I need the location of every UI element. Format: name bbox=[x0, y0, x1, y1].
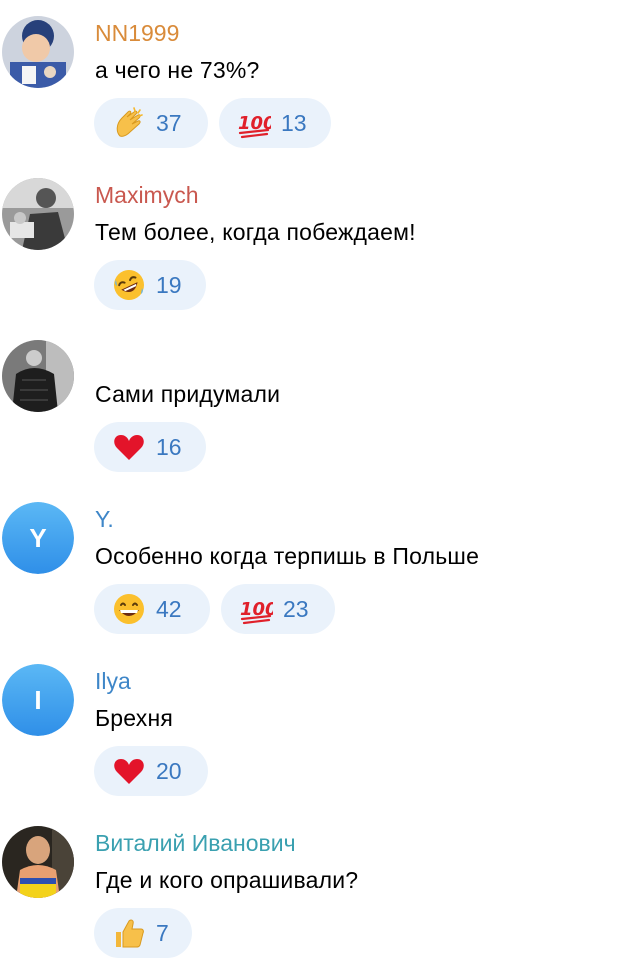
reaction-count: 16 bbox=[156, 433, 182, 460]
comment-text: Где и кого опрашивали? bbox=[95, 867, 359, 893]
reaction-chip[interactable]: 100 13 bbox=[219, 98, 331, 148]
comment-author[interactable]: Виталий Иванович bbox=[95, 830, 296, 856]
reactions-bar: 20 bbox=[94, 746, 208, 796]
comment-author[interactable]: Y. bbox=[95, 506, 114, 532]
comment-item: Виталий Иванович Где и кого опрашивали? … bbox=[0, 810, 620, 972]
avatar-photo bbox=[2, 340, 74, 412]
comment-item: Сами придумали 16 bbox=[0, 324, 620, 486]
reaction-count: 37 bbox=[156, 109, 182, 136]
reaction-chip[interactable]: 37 bbox=[94, 98, 208, 148]
comment-text: Сами придумали bbox=[95, 381, 281, 407]
reactions-bar: 37 100 13 bbox=[94, 98, 331, 148]
comment-text: а чего не 73%? bbox=[95, 57, 260, 83]
avatar-photo bbox=[2, 826, 74, 898]
reaction-chip[interactable]: 100 23 bbox=[221, 584, 335, 634]
avatar-letter: Y bbox=[2, 502, 74, 574]
reaction-count: 19 bbox=[156, 271, 182, 298]
clapping-hands-icon bbox=[112, 106, 146, 140]
comment-text: Брехня bbox=[95, 705, 174, 731]
grinning-face-icon bbox=[112, 592, 146, 626]
avatar[interactable] bbox=[2, 178, 74, 250]
reaction-chip[interactable]: 16 bbox=[94, 422, 206, 472]
comment-author[interactable]: NN1999 bbox=[95, 20, 179, 46]
reactions-bar: 19 bbox=[94, 260, 206, 310]
reactions-bar: 7 bbox=[94, 908, 192, 958]
reaction-chip[interactable]: 19 bbox=[94, 260, 206, 310]
avatar[interactable] bbox=[2, 826, 74, 898]
reaction-count: 13 bbox=[281, 109, 307, 136]
comment-author[interactable]: Ilya bbox=[95, 668, 131, 694]
comment-item: Maximych Тем более, когда побеждаем! 19 bbox=[0, 162, 620, 324]
reaction-count: 42 bbox=[156, 595, 182, 622]
reaction-count: 7 bbox=[156, 919, 169, 946]
red-heart-icon bbox=[112, 430, 146, 464]
comment-text: Особенно когда терпишь в Польше bbox=[95, 543, 480, 569]
hundred-points-icon: 100 bbox=[237, 106, 271, 140]
red-heart-icon bbox=[112, 754, 146, 788]
avatar[interactable] bbox=[2, 340, 74, 412]
reactions-bar: 42 100 23 bbox=[94, 584, 335, 634]
reaction-chip[interactable]: 42 bbox=[94, 584, 210, 634]
thumbs-up-icon bbox=[112, 916, 146, 950]
reactions-bar: 16 bbox=[94, 422, 206, 472]
hundred-points-icon: 100 bbox=[239, 592, 273, 626]
avatar-photo bbox=[2, 178, 74, 250]
comment-item: I Ilya Брехня 20 bbox=[0, 648, 620, 810]
reaction-count: 20 bbox=[156, 757, 182, 784]
avatar[interactable]: I bbox=[2, 664, 74, 736]
rolling-laughing-face-icon bbox=[112, 268, 146, 302]
comment-author[interactable]: Maximych bbox=[95, 182, 199, 208]
avatar-photo bbox=[2, 16, 74, 88]
avatar[interactable]: Y bbox=[2, 502, 74, 574]
comment-text: Тем более, когда побеждаем! bbox=[95, 219, 416, 245]
comments-feed: NN1999 а чего не 73%? 37 100 bbox=[0, 0, 620, 970]
avatar-letter: I bbox=[2, 664, 74, 736]
comment-item: NN1999 а чего не 73%? 37 100 bbox=[0, 0, 620, 162]
reaction-count: 23 bbox=[283, 595, 309, 622]
comment-item: Y Y. Особенно когда терпишь в Польше 42 bbox=[0, 486, 620, 648]
avatar[interactable] bbox=[2, 16, 74, 88]
reaction-chip[interactable]: 20 bbox=[94, 746, 208, 796]
reaction-chip[interactable]: 7 bbox=[94, 908, 192, 958]
